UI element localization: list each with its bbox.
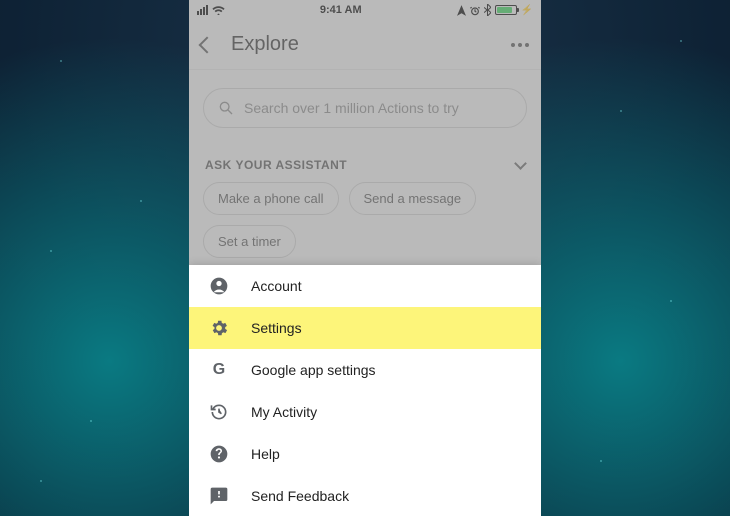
section-title: ASK YOUR ASSISTANT: [205, 158, 347, 172]
menu-label: Help: [251, 446, 280, 462]
menu-label: My Activity: [251, 404, 317, 420]
battery-icon: [495, 5, 517, 15]
feedback-icon: [209, 486, 229, 506]
section-header[interactable]: ASK YOUR ASSISTANT: [205, 158, 525, 172]
overflow-menu-sheet: Account Settings G Google app settings M…: [189, 265, 541, 516]
menu-item-send-feedback[interactable]: Send Feedback: [189, 475, 541, 516]
bluetooth-icon: [484, 4, 491, 16]
help-icon: [209, 444, 229, 464]
chevron-down-icon: [514, 157, 527, 170]
back-button[interactable]: [201, 39, 213, 51]
wifi-icon: [212, 5, 225, 15]
gear-icon: [209, 318, 229, 338]
search-icon: [218, 100, 234, 116]
menu-item-my-activity[interactable]: My Activity: [189, 391, 541, 433]
menu-label: Send Feedback: [251, 488, 349, 504]
menu-label: Google app settings: [251, 362, 376, 378]
more-button[interactable]: [511, 43, 529, 47]
signal-icon: [197, 5, 208, 15]
search-field[interactable]: Search over 1 million Actions to try: [203, 88, 527, 128]
chip-send-message[interactable]: Send a message: [349, 182, 477, 215]
clock: 9:41 AM: [320, 4, 362, 16]
menu-label: Account: [251, 278, 302, 294]
menu-item-help[interactable]: Help: [189, 433, 541, 475]
menu-item-account[interactable]: Account: [189, 265, 541, 307]
chevron-left-icon: [199, 36, 216, 53]
chip-phone-call[interactable]: Make a phone call: [203, 182, 339, 215]
chip-set-timer[interactable]: Set a timer: [203, 225, 296, 258]
suggestion-chips: Make a phone call Send a message Set a t…: [189, 182, 541, 258]
menu-item-google-app-settings[interactable]: G Google app settings: [189, 349, 541, 391]
nav-bar: Explore: [189, 20, 541, 70]
alarm-icon: [470, 5, 480, 16]
account-icon: [209, 276, 229, 296]
google-icon: G: [209, 360, 229, 380]
phone-frame: 9:41 AM ⚡ Explore Search over 1 million …: [189, 0, 541, 516]
charging-icon: ⚡: [521, 5, 533, 16]
page-title: Explore: [231, 33, 493, 56]
history-icon: [209, 402, 229, 422]
status-bar: 9:41 AM ⚡: [189, 0, 541, 20]
search-placeholder: Search over 1 million Actions to try: [244, 100, 459, 116]
menu-item-settings[interactable]: Settings: [189, 307, 541, 349]
menu-label: Settings: [251, 320, 302, 336]
location-icon: [457, 5, 466, 16]
